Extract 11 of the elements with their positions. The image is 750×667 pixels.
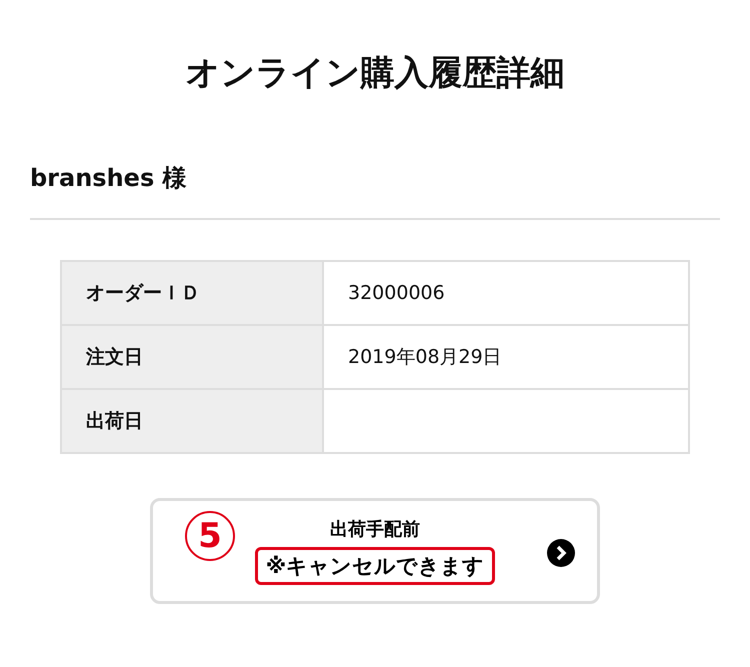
table-header-cell: オーダーＩＤ xyxy=(61,261,323,325)
customer-name: branshes 様 xyxy=(30,163,187,194)
status-button[interactable]: 5 出荷手配前 ※キャンセルできます xyxy=(150,498,600,604)
table-cell: 32000006 xyxy=(323,261,689,325)
table-header-cell: 注文日 xyxy=(61,325,323,389)
page-title: オンライン購入履歴詳細 xyxy=(184,52,566,95)
cancel-note: ※キャンセルできます xyxy=(254,547,496,585)
table-cell: 2019年08月29日 xyxy=(323,325,689,389)
step-number-badge: 5 xyxy=(185,511,235,561)
chevron-right-icon xyxy=(547,539,575,567)
table-header-cell: 出荷日 xyxy=(61,389,323,453)
